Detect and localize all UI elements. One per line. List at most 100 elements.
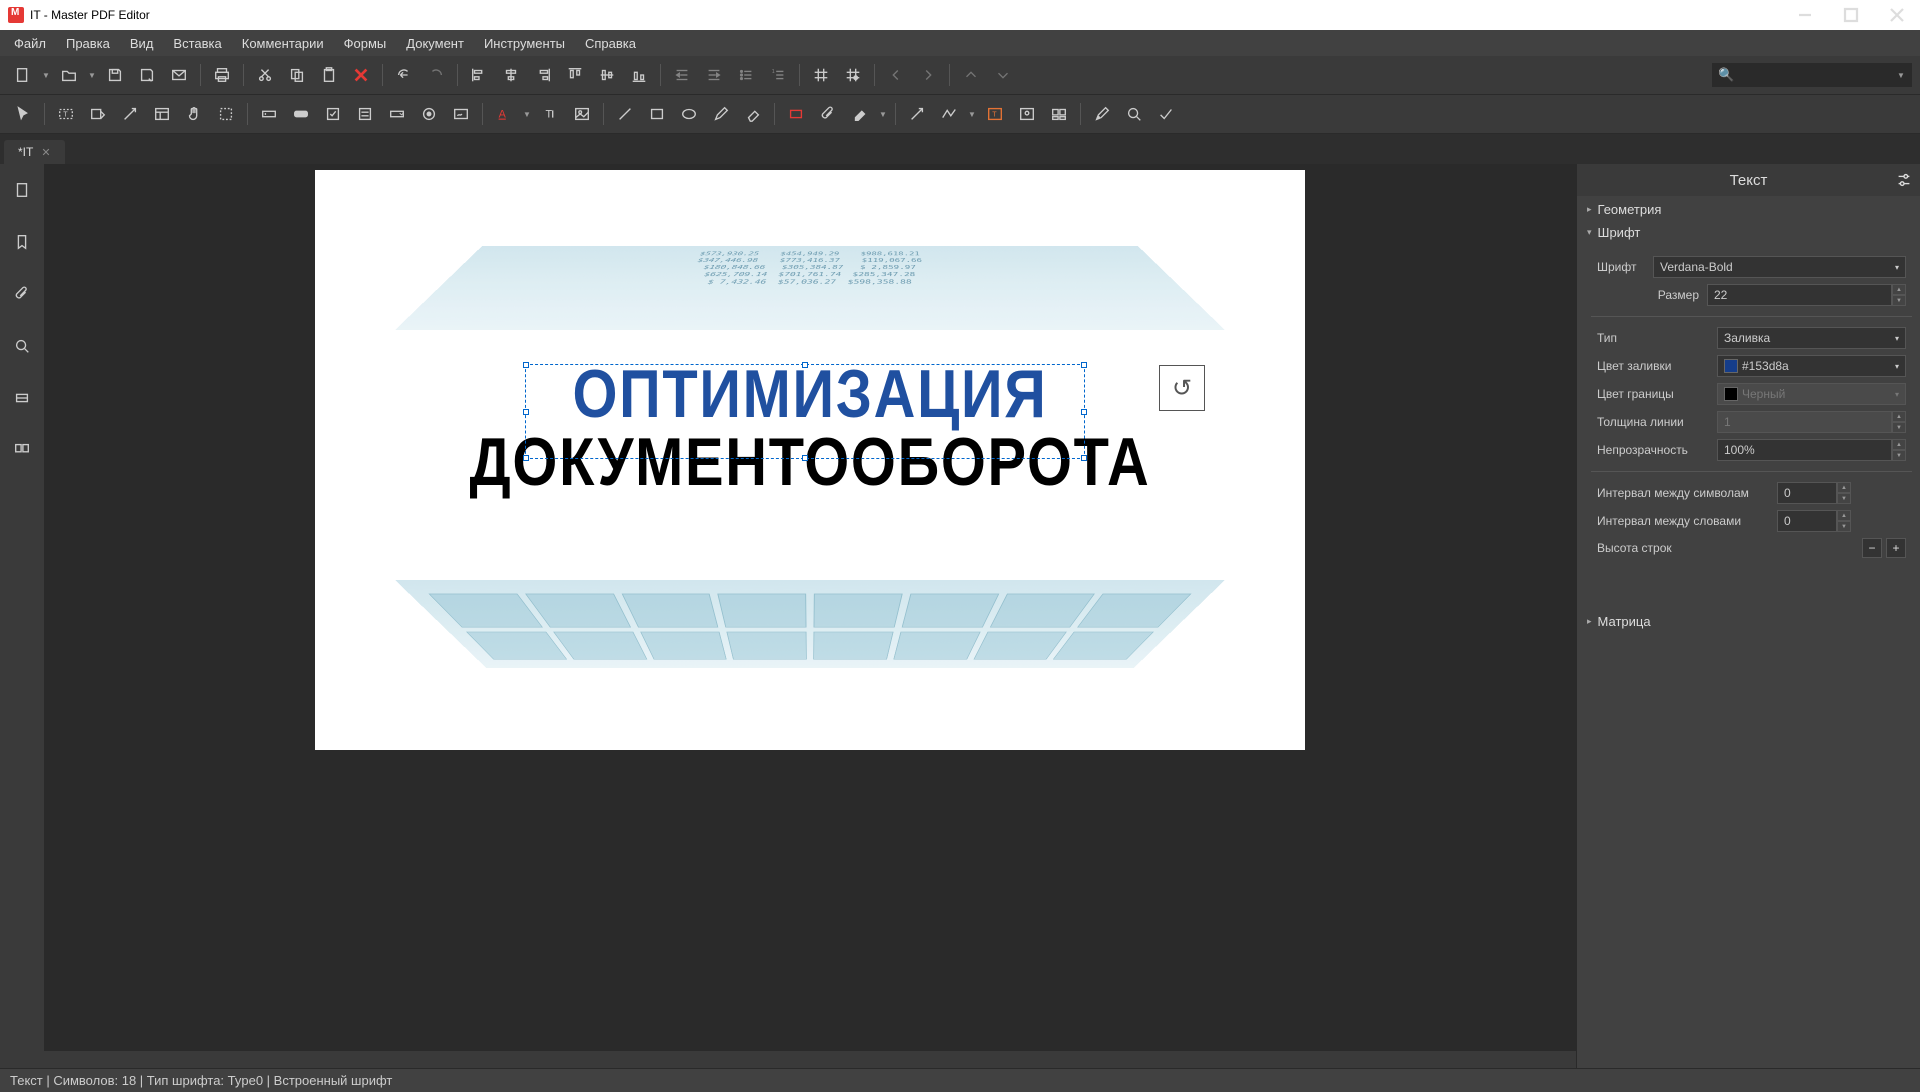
section-geometry[interactable]: Геометрия bbox=[1577, 198, 1920, 221]
page[interactable]: $573,930.25 $454,949.29 $988,618.21 $347… bbox=[315, 170, 1305, 750]
align-center-v-icon[interactable] bbox=[592, 60, 622, 90]
text-select-icon[interactable]: T bbox=[51, 99, 81, 129]
delete-icon[interactable] bbox=[346, 60, 376, 90]
print-icon[interactable] bbox=[207, 60, 237, 90]
highlight-icon[interactable] bbox=[845, 99, 875, 129]
ellipse-tool-icon[interactable] bbox=[674, 99, 704, 129]
save-as-icon[interactable] bbox=[132, 60, 162, 90]
tab-it[interactable]: *IT ✕ bbox=[4, 140, 65, 164]
attachment-icon[interactable] bbox=[813, 99, 843, 129]
undo-icon[interactable] bbox=[389, 60, 419, 90]
pages-panel-icon[interactable] bbox=[6, 174, 38, 206]
nav-up-icon[interactable] bbox=[956, 60, 986, 90]
line-height-minus[interactable]: − bbox=[1862, 538, 1882, 558]
align-right-icon[interactable] bbox=[528, 60, 558, 90]
button-field-icon[interactable] bbox=[286, 99, 316, 129]
menu-tools[interactable]: Инструменты bbox=[474, 32, 575, 55]
edit-text-icon[interactable] bbox=[83, 99, 113, 129]
next-page-icon[interactable] bbox=[913, 60, 943, 90]
list-icon[interactable] bbox=[731, 60, 761, 90]
canvas-scroll[interactable]: $573,930.25 $454,949.29 $988,618.21 $347… bbox=[44, 164, 1576, 1050]
stamp-icon[interactable] bbox=[1012, 99, 1042, 129]
text-field-icon[interactable] bbox=[254, 99, 284, 129]
size-input[interactable]: 22 bbox=[1707, 284, 1892, 306]
search-panel-icon[interactable] bbox=[6, 330, 38, 362]
hand-icon[interactable] bbox=[179, 99, 209, 129]
spinner-down[interactable]: ▼ bbox=[1837, 521, 1851, 532]
arrow-tool-icon[interactable] bbox=[902, 99, 932, 129]
align-left-icon[interactable] bbox=[464, 60, 494, 90]
marquee-icon[interactable] bbox=[211, 99, 241, 129]
radio-icon[interactable] bbox=[414, 99, 444, 129]
email-icon[interactable] bbox=[164, 60, 194, 90]
indent-left-icon[interactable] bbox=[667, 60, 697, 90]
layers-icon[interactable] bbox=[6, 382, 38, 414]
type-select[interactable]: Заливка▾ bbox=[1717, 327, 1906, 349]
char-spacing-input[interactable]: 0 bbox=[1777, 482, 1837, 504]
menu-help[interactable]: Справка bbox=[575, 32, 646, 55]
dropdown-icon[interactable]: ▼ bbox=[966, 110, 978, 119]
signature-field-icon[interactable] bbox=[446, 99, 476, 129]
indent-right-icon[interactable] bbox=[699, 60, 729, 90]
edit-object-icon[interactable] bbox=[115, 99, 145, 129]
line-tool-icon[interactable] bbox=[610, 99, 640, 129]
spinner-up[interactable]: ▲ bbox=[1892, 284, 1906, 295]
initials-icon[interactable] bbox=[1044, 99, 1074, 129]
horizontal-scrollbar[interactable] bbox=[44, 1050, 1576, 1068]
checkmark-icon[interactable] bbox=[1151, 99, 1181, 129]
close-icon[interactable]: ✕ bbox=[41, 146, 50, 159]
new-file-icon[interactable] bbox=[8, 60, 38, 90]
checkbox-icon[interactable] bbox=[318, 99, 348, 129]
menu-insert[interactable]: Вставка bbox=[163, 32, 231, 55]
menu-edit[interactable]: Правка bbox=[56, 32, 120, 55]
text-insert-icon[interactable]: T bbox=[535, 99, 565, 129]
word-spacing-input[interactable]: 0 bbox=[1777, 510, 1837, 532]
cut-icon[interactable] bbox=[250, 60, 280, 90]
spinner-down[interactable]: ▼ bbox=[1837, 493, 1851, 504]
save-icon[interactable] bbox=[100, 60, 130, 90]
dropdown-icon[interactable]: ▼ bbox=[86, 71, 98, 80]
search-box[interactable]: 🔍 ▼ bbox=[1712, 63, 1912, 87]
fill-color-select[interactable]: #153d8a▾ bbox=[1717, 355, 1906, 377]
link-rect-icon[interactable] bbox=[781, 99, 811, 129]
numbered-list-icon[interactable]: 1 bbox=[763, 60, 793, 90]
search-input[interactable] bbox=[1738, 68, 1896, 82]
pointer-icon[interactable] bbox=[8, 99, 38, 129]
close-button[interactable] bbox=[1874, 0, 1920, 30]
menu-view[interactable]: Вид bbox=[120, 32, 164, 55]
thumbnails-icon[interactable] bbox=[6, 434, 38, 466]
text-box-icon[interactable]: T bbox=[980, 99, 1010, 129]
spinner-up[interactable]: ▲ bbox=[1892, 439, 1906, 450]
menu-comments[interactable]: Комментарии bbox=[232, 32, 334, 55]
font-select[interactable]: Verdana-Bold▾ bbox=[1653, 256, 1906, 278]
paste-icon[interactable] bbox=[314, 60, 344, 90]
maximize-button[interactable] bbox=[1828, 0, 1874, 30]
combobox-icon[interactable] bbox=[382, 99, 412, 129]
dropdown-icon[interactable]: ▼ bbox=[521, 110, 533, 119]
panel-settings-icon[interactable] bbox=[1892, 168, 1916, 192]
minimize-button[interactable] bbox=[1782, 0, 1828, 30]
text-selection[interactable] bbox=[525, 364, 1085, 459]
snap-icon[interactable] bbox=[838, 60, 868, 90]
menu-document[interactable]: Документ bbox=[396, 32, 474, 55]
align-top-icon[interactable] bbox=[560, 60, 590, 90]
opacity-input[interactable]: 100% bbox=[1717, 439, 1892, 461]
dropdown-icon[interactable]: ▼ bbox=[1896, 71, 1906, 80]
redo-icon[interactable] bbox=[421, 60, 451, 90]
image-insert-icon[interactable] bbox=[567, 99, 597, 129]
section-matrix[interactable]: Матрица bbox=[1577, 610, 1920, 633]
rect-tool-icon[interactable] bbox=[642, 99, 672, 129]
listbox-icon[interactable] bbox=[350, 99, 380, 129]
zoom-tool-icon[interactable] bbox=[1119, 99, 1149, 129]
section-font[interactable]: Шрифт bbox=[1577, 221, 1920, 244]
grid-icon[interactable] bbox=[806, 60, 836, 90]
dropdown-icon[interactable]: ▼ bbox=[40, 71, 52, 80]
align-center-h-icon[interactable] bbox=[496, 60, 526, 90]
polyline-icon[interactable] bbox=[934, 99, 964, 129]
form-icon[interactable] bbox=[147, 99, 177, 129]
attachments-panel-icon[interactable] bbox=[6, 278, 38, 310]
rotate-handle-icon[interactable]: ↺ bbox=[1159, 365, 1205, 411]
spinner-down[interactable]: ▼ bbox=[1892, 295, 1906, 306]
pencil-icon[interactable] bbox=[706, 99, 736, 129]
prev-page-icon[interactable] bbox=[881, 60, 911, 90]
